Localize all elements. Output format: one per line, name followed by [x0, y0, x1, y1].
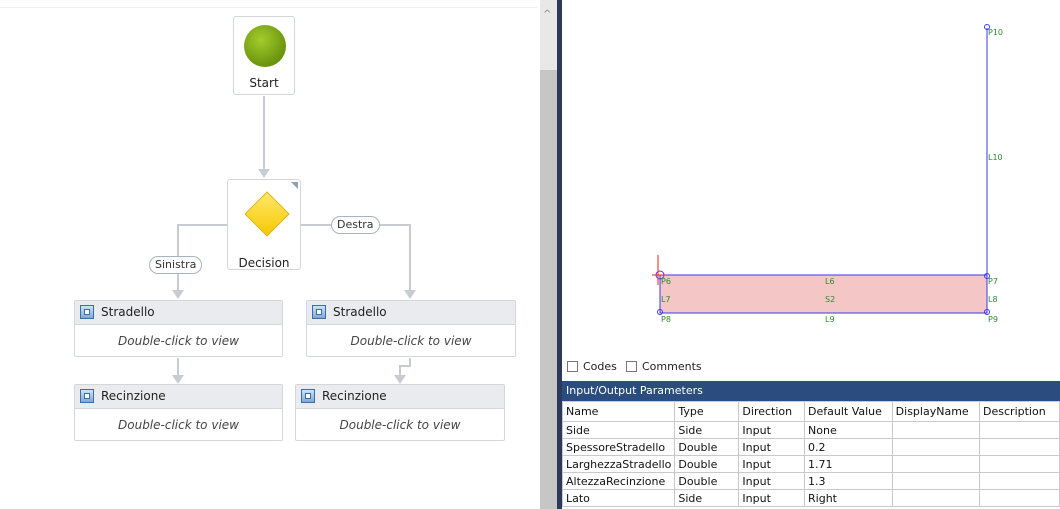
table-cell[interactable]: Side	[674, 489, 740, 507]
activity-recinzione-right[interactable]: Recinzione Double-click to view	[295, 384, 505, 441]
scroll-up-icon[interactable]: ^	[543, 10, 551, 20]
table-row[interactable]: SpessoreStradello Double Input 0.2	[561, 438, 1060, 456]
comments-label: Comments	[642, 360, 702, 373]
table-cell[interactable]: Input	[738, 489, 806, 507]
column-header[interactable]: Description	[979, 401, 1060, 422]
line-label: L6	[825, 277, 835, 286]
table-cell[interactable]	[979, 421, 1060, 439]
table-cell[interactable]	[891, 421, 981, 439]
table-row[interactable]: LarghezzaStradello Double Input 1.71	[561, 455, 1060, 473]
table-cell[interactable]: AltezzaRecinzione	[561, 472, 676, 490]
activity-icon	[301, 389, 315, 403]
table-cell[interactable]: 1.3	[804, 472, 893, 490]
table-row[interactable]: Lato Side Input Right	[561, 489, 1060, 507]
column-header[interactable]: Default Value	[804, 401, 893, 422]
start-icon	[244, 25, 286, 67]
line-label: L8	[988, 295, 998, 304]
activity-body: Double-click to view	[339, 418, 461, 432]
activity-recinzione-left[interactable]: Recinzione Double-click to view	[74, 384, 283, 441]
point-label: P6	[661, 277, 671, 286]
activity-stradello-left[interactable]: Stradello Double-click to view	[74, 300, 283, 357]
table-cell[interactable]: SpessoreStradello	[561, 438, 676, 456]
table-cell[interactable]	[979, 472, 1060, 490]
table-cell[interactable]: Double	[674, 472, 740, 490]
activity-title: Stradello	[101, 305, 155, 319]
comments-checkbox[interactable]	[626, 361, 637, 372]
table-cell[interactable]: Input	[738, 472, 806, 490]
parameters-table: Name Type Direction Default Value Displa…	[561, 401, 1060, 507]
activity-icon	[312, 305, 326, 319]
start-label: Start	[249, 76, 279, 90]
point-label: P9	[988, 315, 998, 324]
scrollbar-thumb[interactable]	[540, 70, 557, 509]
workflow-designer[interactable]: Start Decision Sinistra Destra Stradello…	[0, 0, 540, 509]
display-toggles: Codes Comments	[562, 356, 1060, 380]
decision-label: Decision	[238, 256, 290, 270]
table-cell[interactable]: Double	[674, 438, 740, 456]
table-header-row: Name Type Direction Default Value Displa…	[561, 401, 1060, 422]
parameters-panel: Input/Output Parameters Name Type Direct…	[561, 381, 1060, 509]
table-cell[interactable]: Input	[738, 438, 806, 456]
point-label: P10	[988, 28, 1003, 37]
activity-header: Recinzione	[296, 385, 504, 409]
activity-body: Double-click to view	[118, 418, 239, 432]
activity-icon	[80, 305, 94, 319]
table-cell[interactable]	[979, 438, 1060, 456]
expand-corner-icon	[291, 182, 298, 189]
activity-title: Recinzione	[101, 389, 166, 403]
activity-title: Recinzione	[322, 389, 387, 403]
table-row[interactable]: Side Side Input None	[561, 421, 1060, 439]
column-header[interactable]: DisplayName	[891, 401, 981, 422]
table-cell[interactable]: Double	[674, 455, 740, 473]
line-label: L7	[661, 295, 671, 304]
decision-node[interactable]: Decision	[227, 179, 301, 270]
column-header[interactable]: Type	[674, 401, 740, 422]
activity-stradello-right[interactable]: Stradello Double-click to view	[306, 300, 516, 357]
codes-checkbox[interactable]	[567, 361, 578, 372]
surface-label: S2	[825, 295, 835, 304]
activity-body: Double-click to view	[118, 334, 239, 348]
table-cell[interactable]: Lato	[561, 489, 676, 507]
column-header[interactable]: Direction	[738, 401, 806, 422]
activity-icon	[80, 389, 94, 403]
cad-preview[interactable]: P10 L10 P6 L6 P7 L7 S2 L8 P8 L9 P9	[562, 0, 1060, 356]
table-cell[interactable]: None	[804, 421, 893, 439]
activity-header: Stradello	[307, 301, 515, 325]
table-cell[interactable]: 0.2	[804, 438, 893, 456]
point-label: P7	[988, 277, 998, 286]
start-node[interactable]: Start	[233, 16, 295, 95]
parameters-title: Input/Output Parameters	[562, 381, 1060, 401]
table-cell[interactable]	[891, 489, 981, 507]
line-label: L10	[988, 153, 1003, 162]
table-cell[interactable]: Side	[674, 421, 740, 439]
table-cell[interactable]: LarghezzaStradello	[561, 455, 676, 473]
line-label: L9	[825, 315, 835, 324]
decision-diamond-icon	[244, 191, 290, 237]
table-cell[interactable]: Input	[738, 421, 806, 439]
activity-header: Recinzione	[75, 385, 282, 409]
designer-scrollbar[interactable]: ^	[540, 0, 557, 509]
activity-title: Stradello	[333, 305, 387, 319]
cad-drawing: P10 L10 P6 L6 P7 L7 S2 L8 P8 L9 P9	[652, 24, 1003, 324]
table-cell[interactable]	[891, 472, 981, 490]
table-cell[interactable]: 1.71	[804, 455, 893, 473]
point-label: P8	[661, 315, 671, 324]
table-cell[interactable]	[891, 455, 981, 473]
activity-body: Double-click to view	[350, 334, 472, 348]
table-cell[interactable]	[979, 489, 1060, 507]
column-header[interactable]: Name	[561, 401, 676, 422]
branch-label-left[interactable]: Sinistra	[149, 256, 203, 274]
activity-header: Stradello	[75, 301, 282, 325]
branch-label-right[interactable]: Destra	[331, 216, 380, 234]
codes-label: Codes	[583, 360, 617, 373]
table-row[interactable]: AltezzaRecinzione Double Input 1.3	[561, 472, 1060, 490]
table-cell[interactable]	[979, 455, 1060, 473]
table-cell[interactable]	[891, 438, 981, 456]
table-cell[interactable]: Right	[804, 489, 893, 507]
surface-s2[interactable]	[659, 274, 988, 314]
table-cell[interactable]: Side	[561, 421, 676, 439]
table-cell[interactable]: Input	[738, 455, 806, 473]
